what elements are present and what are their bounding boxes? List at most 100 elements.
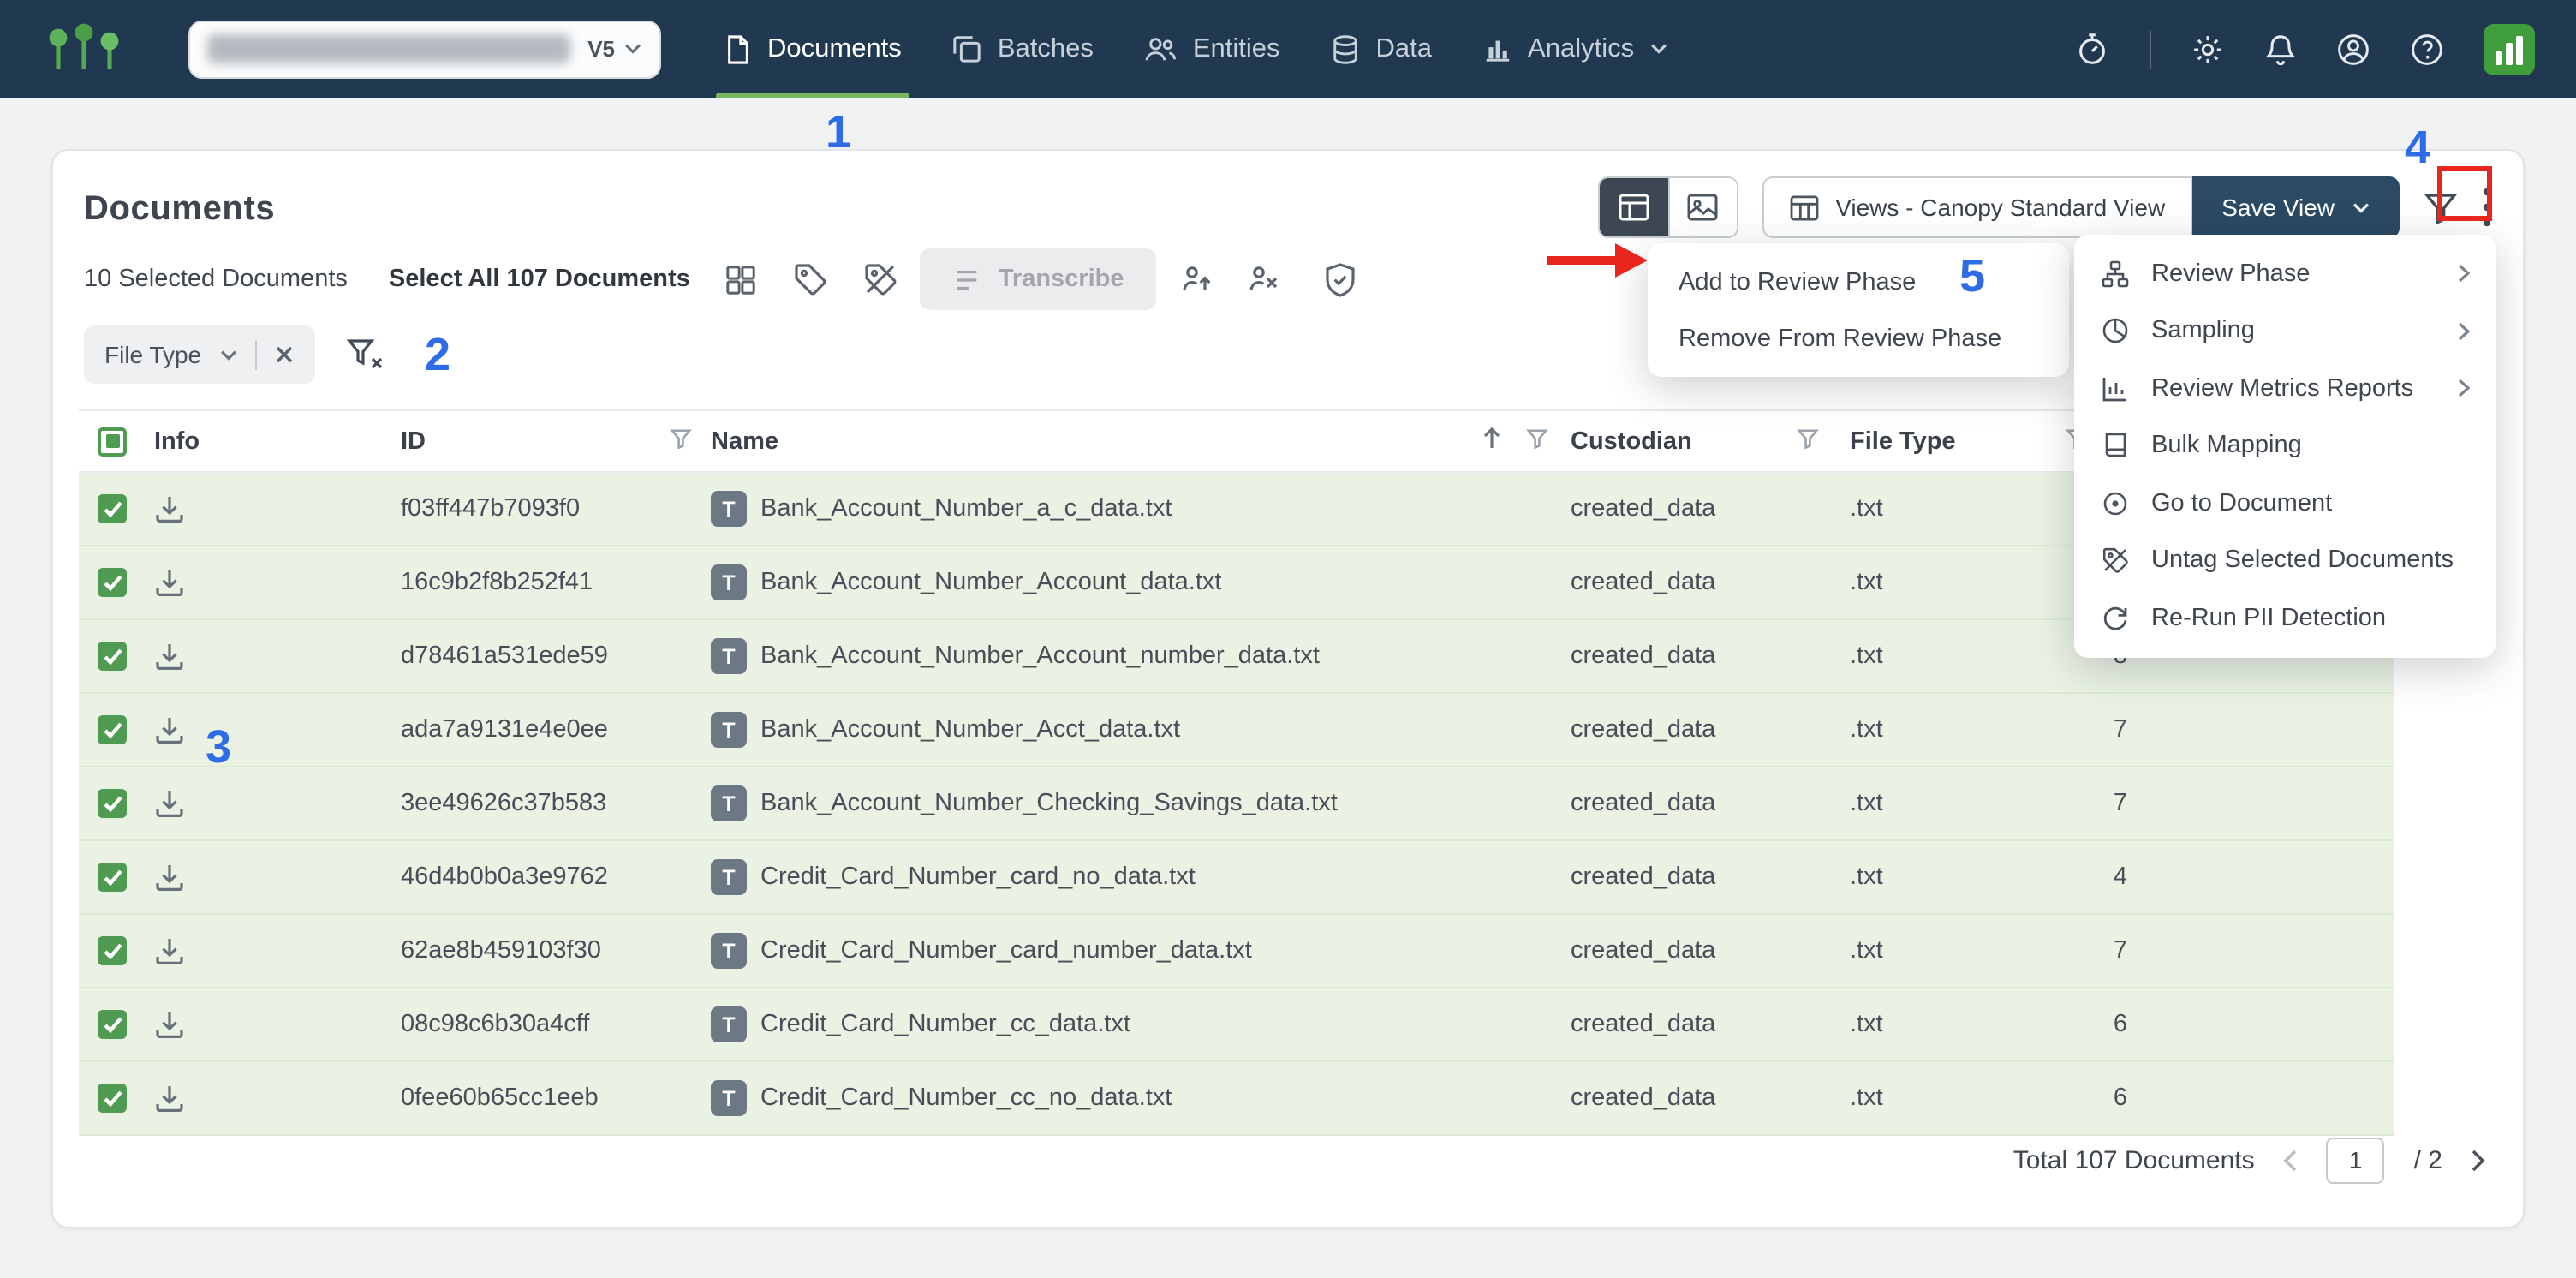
table-row[interactable]: 0fee60b65cc1eeb T Credit_Card_Number_cc_… [79,1062,2394,1136]
document-id: 0fee60b65cc1eeb [401,1084,599,1112]
row-checkbox[interactable] [98,1010,127,1039]
document-id: 46d4b0b0a3e9762 [401,863,608,891]
column-header-filetype[interactable]: File Type [1850,427,1956,455]
download-icon[interactable] [154,935,185,966]
menu-item-review-metrics-reports[interactable]: Review Metrics Reports [2074,360,2496,417]
nav-tab-entities[interactable]: Entities [1119,0,1306,98]
document-name[interactable]: Bank_Account_Number_Account_data.txt [760,569,1221,596]
nav-tab-data[interactable]: Data [1306,0,1458,98]
menu-item-remove-from-review-phase[interactable]: Remove From Review Phase [1648,310,2069,367]
table-row[interactable]: 3ee49626c37b583 T Bank_Account_Number_Ch… [79,767,2394,841]
column-header-id[interactable]: ID [401,427,426,455]
row-checkbox[interactable] [98,642,127,671]
id-filter-icon[interactable] [670,426,692,457]
table-view-button[interactable] [1599,178,1667,236]
transcribe-button[interactable]: Transcribe [920,248,1157,310]
menu-item-add-to-review-phase[interactable]: Add to Review Phase [1648,254,2069,310]
entities-icon [1145,34,1178,63]
help-icon[interactable] [2410,32,2444,66]
document-id: 3ee49626c37b583 [401,790,606,817]
document-count: 7 [2083,790,2158,817]
row-checkbox[interactable] [98,494,127,523]
user-account-icon[interactable] [2336,32,2370,66]
document-name[interactable]: Bank_Account_Number_Acct_data.txt [760,716,1180,744]
column-header-name[interactable]: Name [711,427,778,455]
table-row[interactable]: f03ff447b7093f0 T Bank_Account_Number_a_… [79,473,2394,546]
nav-tab-analytics[interactable]: Analytics [1458,0,1694,98]
name-sort-asc-icon[interactable] [1482,425,1502,457]
table-row[interactable]: 62ae8b459103f30 T Credit_Card_Number_car… [79,915,2394,988]
document-name[interactable]: Credit_Card_Number_card_no_data.txt [760,863,1196,891]
document-name[interactable]: Credit_Card_Number_cc_data.txt [760,1011,1130,1038]
batch-icon[interactable] [724,263,757,296]
menu-item-rerun-pii-detection[interactable]: Re-Run PII Detection [2074,589,2496,647]
row-checkbox[interactable] [98,789,127,818]
menu-item-untag-selected-documents[interactable]: Untag Selected Documents [2074,532,2496,589]
download-icon[interactable] [154,567,185,598]
batches-icon [953,34,982,63]
name-filter-icon[interactable] [1526,426,1548,457]
row-checkbox[interactable] [98,936,127,965]
download-icon[interactable] [154,641,185,672]
row-checkbox[interactable] [98,568,127,597]
notifications-bell-icon[interactable] [2264,32,2297,66]
download-icon[interactable] [154,714,185,745]
download-icon[interactable] [154,788,185,819]
case-selector[interactable]: V5 [188,20,661,78]
tag-icon[interactable] [793,262,827,296]
nav-tab-label: Entities [1193,33,1280,64]
document-name[interactable]: Bank_Account_Number_Account_number_data.… [760,642,1320,670]
annotation-red-box [2437,166,2492,221]
document-name[interactable]: Bank_Account_Number_Checking_Savings_dat… [760,790,1338,817]
table-row[interactable]: 16c9b2f8b252f41 T Bank_Account_Number_Ac… [79,546,2394,620]
select-all-button[interactable]: Select All 107 Documents [389,266,690,293]
menu-item-go-to-document[interactable]: Go to Document [2074,475,2496,532]
row-checkbox[interactable] [98,715,127,744]
clear-filters-icon[interactable] [345,337,383,372]
menu-item-label: Review Metrics Reports [2151,375,2413,403]
custodian-filter-icon[interactable] [1797,426,1819,457]
menu-item-bulk-mapping[interactable]: Bulk Mapping [2074,417,2496,475]
views-dropdown[interactable]: Views - Canopy Standard View [1762,176,2192,238]
image-view-button[interactable] [1667,178,1736,236]
row-checkbox[interactable] [98,863,127,892]
submenu-chevron-icon [2458,379,2470,398]
app-switcher-icon[interactable] [2484,23,2535,75]
prev-page-icon[interactable] [2284,1149,2298,1171]
menu-item-sampling[interactable]: Sampling [2074,302,2496,360]
nav-tab-documents[interactable]: Documents [699,0,927,98]
download-icon[interactable] [154,493,185,524]
row-checkbox[interactable] [98,1084,127,1113]
text-doc-badge: T [711,564,747,600]
table-row[interactable]: 46d4b0b0a3e9762 T Credit_Card_Number_car… [79,841,2394,915]
document-name[interactable]: Credit_Card_Number_card_number_data.txt [760,937,1252,964]
annotation-number-1: 1 [826,106,851,159]
document-name[interactable]: Credit_Card_Number_cc_no_data.txt [760,1084,1172,1112]
column-header-custodian[interactable]: Custodian [1571,427,1692,455]
table-row[interactable]: d78461a531ede59 T Bank_Account_Number_Ac… [79,620,2394,694]
save-view-button[interactable]: Save View [2192,176,2400,238]
menu-item-review-phase[interactable]: Review Phase [2074,245,2496,302]
unassign-user-icon[interactable] [1249,263,1280,296]
download-icon[interactable] [154,1009,185,1040]
download-icon[interactable] [154,862,185,893]
select-all-checkbox[interactable] [98,427,127,456]
download-icon[interactable] [154,1083,185,1114]
shield-check-icon[interactable] [1325,261,1357,297]
remove-filter-icon[interactable] [273,344,294,365]
next-page-icon[interactable] [2472,1149,2485,1171]
timer-icon[interactable] [2074,31,2110,67]
settings-gear-icon[interactable] [2191,32,2225,66]
assign-user-icon[interactable] [1183,263,1213,296]
table-row[interactable]: ada7a9131e4e0ee T Bank_Account_Number_Ac… [79,694,2394,767]
table-row[interactable]: 08c98c6b30a4cff T Credit_Card_Number_cc_… [79,988,2394,1062]
chevron-down-icon[interactable] [218,349,237,361]
document-name[interactable]: Bank_Account_Number_a_c_data.txt [760,495,1172,523]
file-type-filter-chip[interactable]: File Type [84,325,314,384]
views-dropdown-label: Views - Canopy Standard View [1835,194,2165,221]
sampling-icon [2100,318,2129,345]
current-page-input[interactable]: 1 [2327,1137,2385,1183]
column-header-info[interactable]: Info [154,427,200,455]
untag-icon[interactable] [863,262,897,296]
nav-tab-batches[interactable]: Batches [927,0,1119,98]
